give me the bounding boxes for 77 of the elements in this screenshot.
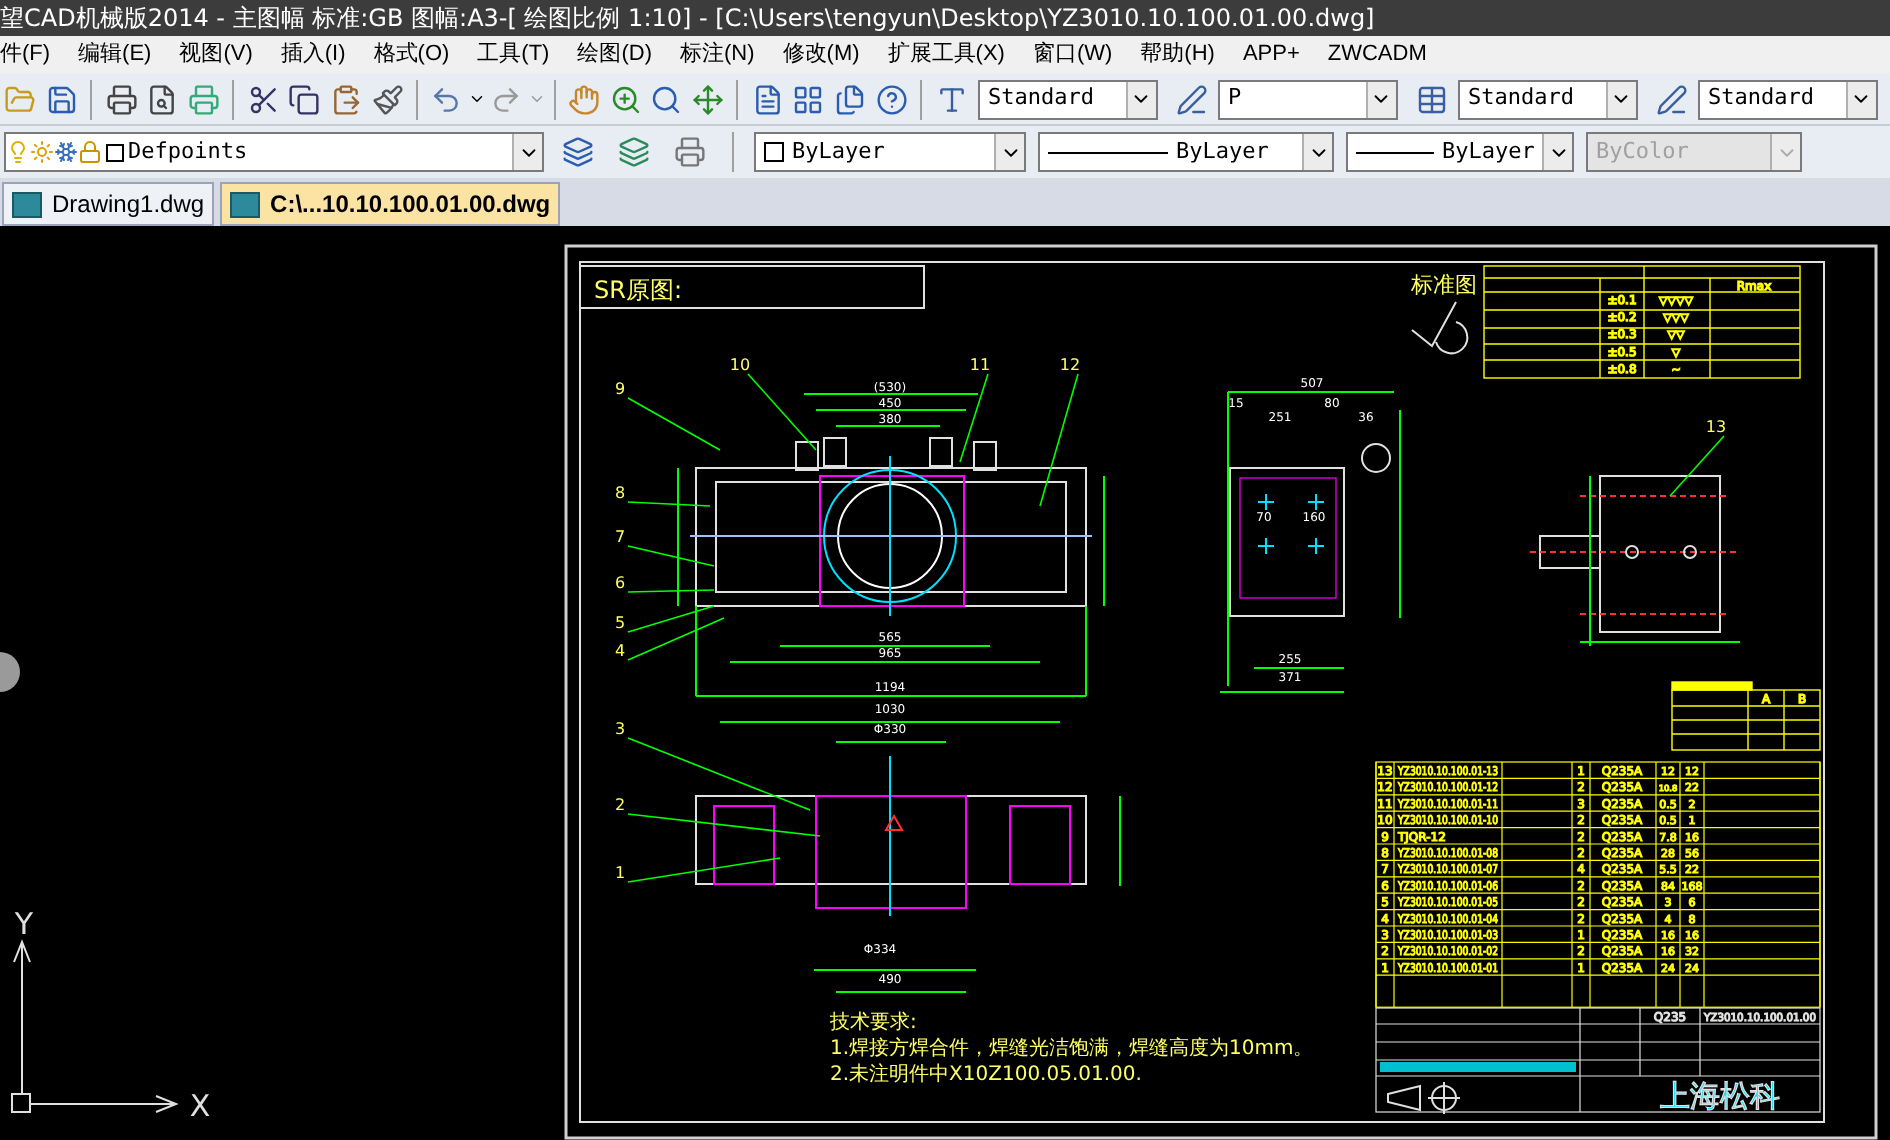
style-dropdown[interactable]: Standard	[977, 79, 1158, 119]
menu-item[interactable]: 编辑(E)	[78, 38, 152, 72]
leader-line	[1669, 435, 1725, 497]
layer-name: Defpoints	[128, 135, 250, 168]
caret-icon	[1542, 134, 1572, 170]
part-number: 2	[614, 796, 626, 814]
menu-item[interactable]: 绘图(D)	[577, 38, 652, 72]
caret-icon	[1365, 81, 1396, 117]
style-dropdown[interactable]: Standard	[1697, 79, 1878, 119]
menu-item[interactable]: 格式(O)	[373, 38, 450, 72]
technical-note: 2.未注明件中X10Z100.05.01.00.	[830, 1064, 1142, 1086]
menu-item[interactable]: 修改(M)	[782, 38, 860, 72]
menu-item[interactable]: 视图(V)	[179, 38, 253, 72]
leader-line	[627, 589, 715, 593]
menu-item[interactable]: APP+	[1242, 38, 1300, 72]
lock-icon	[78, 140, 102, 164]
menu-item[interactable]: 插入(I)	[280, 38, 346, 72]
part-number: 13	[1705, 418, 1727, 436]
menu-item[interactable]: 窗口(W)	[1032, 38, 1113, 72]
part-number: 12	[1059, 356, 1081, 374]
axis-label: Y	[14, 906, 34, 942]
leader-line	[747, 373, 817, 451]
leader-line	[627, 397, 721, 451]
leader-line	[627, 501, 711, 507]
menu-item[interactable]: ZWCADM	[1327, 38, 1427, 72]
menu-item[interactable]: 工具(T)	[477, 38, 550, 72]
leader-line	[959, 373, 989, 463]
sun-icon	[30, 140, 54, 164]
technical-note: 1.焊接方焊合件，焊缝光洁饱满，焊缝高度为10mm。	[830, 1038, 1314, 1060]
part-number: 1	[614, 864, 626, 882]
leader-line	[627, 545, 715, 567]
part-number: 10	[729, 356, 751, 374]
part-number: 7	[614, 528, 626, 546]
line-sample-icon	[1356, 151, 1434, 153]
window-title: 望CAD机械版2014 - 主图幅 标准:GB 图幅:A3-[ 绘图比例 1:10] - [C:\Users\tengyun\Desktop\YZ3010.10.100.01.00.dwg]	[0, 2, 1375, 36]
roughness-symbol	[1411, 301, 1469, 355]
company-name: 上海松科	[1660, 1078, 1780, 1114]
color-swatch-icon	[106, 143, 124, 161]
leader-line	[1039, 373, 1079, 507]
axis-label: X	[189, 1088, 211, 1124]
caret-icon	[1302, 134, 1332, 170]
technical-note: 技术要求:	[830, 1012, 917, 1034]
menu-item[interactable]: 帮助(H)	[1140, 38, 1215, 72]
caret-icon	[1770, 134, 1800, 170]
layer-dropdown[interactable]: Defpoints	[4, 132, 544, 172]
color-dropdown[interactable]: ByLayer	[754, 132, 1026, 172]
caret-icon[interactable]	[467, 90, 486, 108]
panel-handle[interactable]	[0, 652, 20, 692]
style-dropdown[interactable]: P	[1217, 79, 1398, 119]
part-number: 4	[614, 642, 626, 660]
part-number: 8	[614, 484, 626, 502]
menu-item[interactable]: 件(F)	[0, 38, 51, 72]
caret-icon	[994, 134, 1024, 170]
linetype-dropdown[interactable]: ByLayer	[1038, 132, 1334, 172]
style-dropdown[interactable]: Standard	[1457, 79, 1638, 119]
color-swatch-icon	[764, 142, 784, 162]
document-tab[interactable]: C:\...10.10.100.01.00.dwg	[220, 182, 561, 226]
caret-icon	[1125, 81, 1156, 117]
standard-label: 标准图	[1411, 272, 1477, 298]
snowflake-icon	[54, 140, 78, 164]
caret-icon	[512, 134, 542, 170]
sheet-title: SR原图:	[594, 276, 682, 304]
caret-icon	[1605, 81, 1636, 117]
menu-item[interactable]: 标注(N)	[680, 38, 755, 72]
lineweight-dropdown[interactable]: ByLayer	[1346, 132, 1574, 172]
part-number: 5	[614, 614, 626, 632]
menu-item[interactable]: 扩展工具(X)	[887, 38, 1005, 72]
part-number: 11	[969, 356, 991, 374]
part-number: 6	[614, 574, 626, 592]
lightbulb-icon	[6, 140, 30, 164]
caret-icon	[1845, 81, 1876, 117]
part-number: 3	[614, 720, 626, 738]
drawing-file-icon	[12, 191, 42, 217]
part-number: 9	[614, 380, 626, 398]
document-tab[interactable]: Drawing1.dwg	[2, 182, 215, 226]
drawing-file-icon	[230, 191, 261, 217]
line-sample-icon	[1048, 151, 1168, 153]
